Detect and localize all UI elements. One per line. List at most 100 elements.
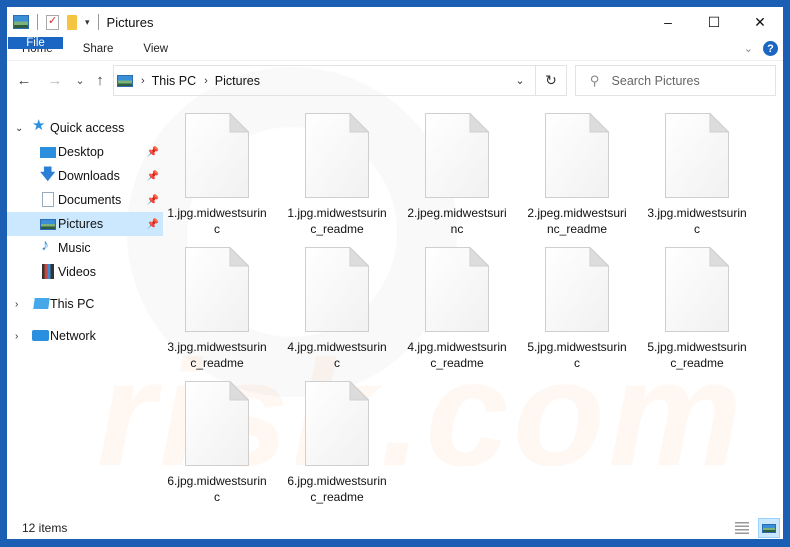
file-icon — [305, 381, 369, 466]
blank-file-icon — [545, 247, 609, 332]
file-item[interactable]: 6.jpg.midwestsurinc_readme — [282, 381, 392, 505]
blank-file-icon — [185, 247, 249, 332]
file-name: 2.jpeg.midwestsurinc — [407, 206, 507, 236]
file-item[interactable]: 5.jpg.midwestsurinc_readme — [642, 247, 752, 371]
close-button[interactable]: ✕ — [737, 7, 783, 37]
address-bar[interactable]: › This PC › Pictures — [113, 65, 567, 96]
file-name: 5.jpg.midwestsurinc — [527, 340, 627, 370]
search-input[interactable] — [611, 73, 762, 88]
expand-caret-icon[interactable]: › — [15, 331, 18, 342]
file-icon — [425, 113, 489, 198]
file-icon — [305, 113, 369, 198]
up-button[interactable]: ↑ — [92, 73, 108, 89]
desktop-icon — [40, 147, 56, 158]
download-icon: 🡇 — [40, 166, 56, 183]
sidebar-item-videos[interactable]: Videos — [7, 260, 163, 284]
blank-file-icon — [425, 247, 489, 332]
file-icon — [545, 247, 609, 332]
file-name: 4.jpg.midwestsurinc — [287, 340, 387, 370]
sidebar-item-pictures[interactable]: Pictures 📌 — [7, 212, 163, 236]
sidebar-item-label: Network — [50, 329, 96, 343]
properties-icon[interactable] — [46, 14, 59, 30]
window-title: Pictures — [106, 14, 154, 30]
file-icon — [425, 247, 489, 332]
documents-icon — [42, 192, 54, 207]
file-name: 3.jpg.midwestsurinc — [647, 206, 747, 236]
pin-icon[interactable]: 📌 — [147, 219, 159, 230]
sidebar-item-music[interactable]: ♪ Music — [7, 236, 163, 260]
file-icon — [305, 247, 369, 332]
tab-file[interactable]: File — [8, 37, 63, 49]
file-name: 1.jpg.midwestsurinc_readme — [287, 206, 387, 236]
breadcrumb-separator[interactable]: › — [204, 75, 208, 87]
blank-file-icon — [305, 247, 369, 332]
search-icon: ⚲ — [590, 72, 600, 88]
tab-view[interactable]: View — [128, 37, 183, 60]
navigation-bar: ← → ⌄ ↑ › This PC › Pictures ⌄ ↻ ⚲ — [7, 65, 783, 97]
maximize-button[interactable]: ☐ — [691, 7, 737, 37]
expand-caret-icon[interactable]: › — [15, 299, 18, 310]
file-icon — [665, 113, 729, 198]
file-item[interactable]: 2.jpeg.midwestsurinc — [402, 113, 512, 237]
window-controls: – ☐ ✕ — [645, 7, 783, 37]
status-bar: 12 items — [7, 517, 783, 539]
breadcrumb-pictures[interactable]: Pictures — [215, 74, 260, 88]
back-button[interactable]: ← — [16, 73, 32, 89]
sidebar-item-this-pc[interactable]: › This PC — [7, 292, 163, 316]
file-item[interactable]: 4.jpg.midwestsurinc_readme — [402, 247, 512, 371]
file-name: 6.jpg.midwestsurinc — [167, 474, 267, 504]
minimize-button[interactable]: – — [645, 7, 691, 37]
pictures-icon — [13, 15, 29, 29]
file-item[interactable]: 2.jpeg.midwestsurinc_readme — [522, 113, 632, 237]
address-dropdown-button[interactable]: ⌄ — [505, 65, 535, 96]
large-icons-view-button[interactable] — [758, 518, 780, 538]
file-item[interactable]: 1.jpg.midwestsurinc_readme — [282, 113, 392, 237]
file-item[interactable]: 6.jpg.midwestsurinc — [162, 381, 272, 505]
sidebar-item-label: This PC — [50, 297, 95, 311]
item-count: 12 items — [22, 521, 68, 535]
breadcrumb-this-pc[interactable]: This PC — [152, 74, 196, 88]
pin-icon[interactable]: 📌 — [147, 147, 159, 158]
blank-file-icon — [185, 381, 249, 466]
file-item[interactable]: 3.jpg.midwestsurinc — [642, 113, 752, 237]
search-box[interactable]: ⚲ — [575, 65, 776, 96]
file-item[interactable]: 3.jpg.midwestsurinc_readme — [162, 247, 272, 371]
sidebar-item-label: Pictures — [58, 217, 104, 231]
file-item[interactable]: 1.jpg.midwestsurinc — [162, 113, 272, 237]
sidebar-item-documents[interactable]: Documents 📌 — [7, 188, 163, 212]
sidebar-item-network[interactable]: › Network — [7, 324, 163, 348]
file-list: 1.jpg.midwestsurinc 1.jpg.midwestsurinc_r… — [163, 105, 783, 515]
file-item[interactable]: 5.jpg.midwestsurinc — [522, 247, 632, 371]
expand-caret-icon[interactable]: ⌄ — [15, 123, 23, 134]
ribbon-right-controls: ⌄ ? — [744, 37, 783, 60]
music-icon: ♪ — [41, 237, 49, 254]
refresh-button[interactable]: ↻ — [535, 65, 567, 96]
sidebar-item-quick-access[interactable]: ⌄ ★ Quick access — [7, 116, 163, 140]
pictures-icon — [117, 74, 133, 87]
recent-locations-button[interactable]: ⌄ — [72, 73, 88, 89]
sidebar-item-label: Videos — [58, 265, 96, 279]
new-folder-icon[interactable] — [67, 14, 77, 30]
pin-icon[interactable]: 📌 — [147, 195, 159, 206]
blank-file-icon — [545, 113, 609, 198]
sidebar-item-downloads[interactable]: 🡇 Downloads 📌 — [7, 164, 163, 188]
file-name: 3.jpg.midwestsurinc_readme — [167, 340, 267, 370]
sidebar-item-label: Music — [58, 241, 91, 255]
file-icon — [545, 113, 609, 198]
file-item[interactable]: 4.jpg.midwestsurinc — [282, 247, 392, 371]
pin-icon[interactable]: 📌 — [147, 171, 159, 182]
sidebar-item-label: Documents — [58, 193, 122, 207]
breadcrumb-separator[interactable]: › — [141, 75, 145, 87]
sidebar-item-desktop[interactable]: Desktop 📌 — [7, 140, 163, 164]
details-view-button[interactable] — [735, 522, 749, 534]
title-bar: ▾ Pictures – ☐ ✕ — [7, 7, 783, 37]
help-icon[interactable]: ? — [763, 41, 778, 56]
customize-toolbar-dropdown[interactable]: ▾ — [85, 17, 90, 28]
network-icon — [32, 330, 49, 341]
tab-share[interactable]: Share — [68, 37, 129, 60]
star-icon: ★ — [32, 117, 46, 134]
blank-file-icon — [425, 113, 489, 198]
forward-button[interactable]: → — [47, 73, 63, 89]
sidebar-item-label: Quick access — [50, 121, 125, 135]
expand-ribbon-icon[interactable]: ⌄ — [744, 42, 753, 55]
